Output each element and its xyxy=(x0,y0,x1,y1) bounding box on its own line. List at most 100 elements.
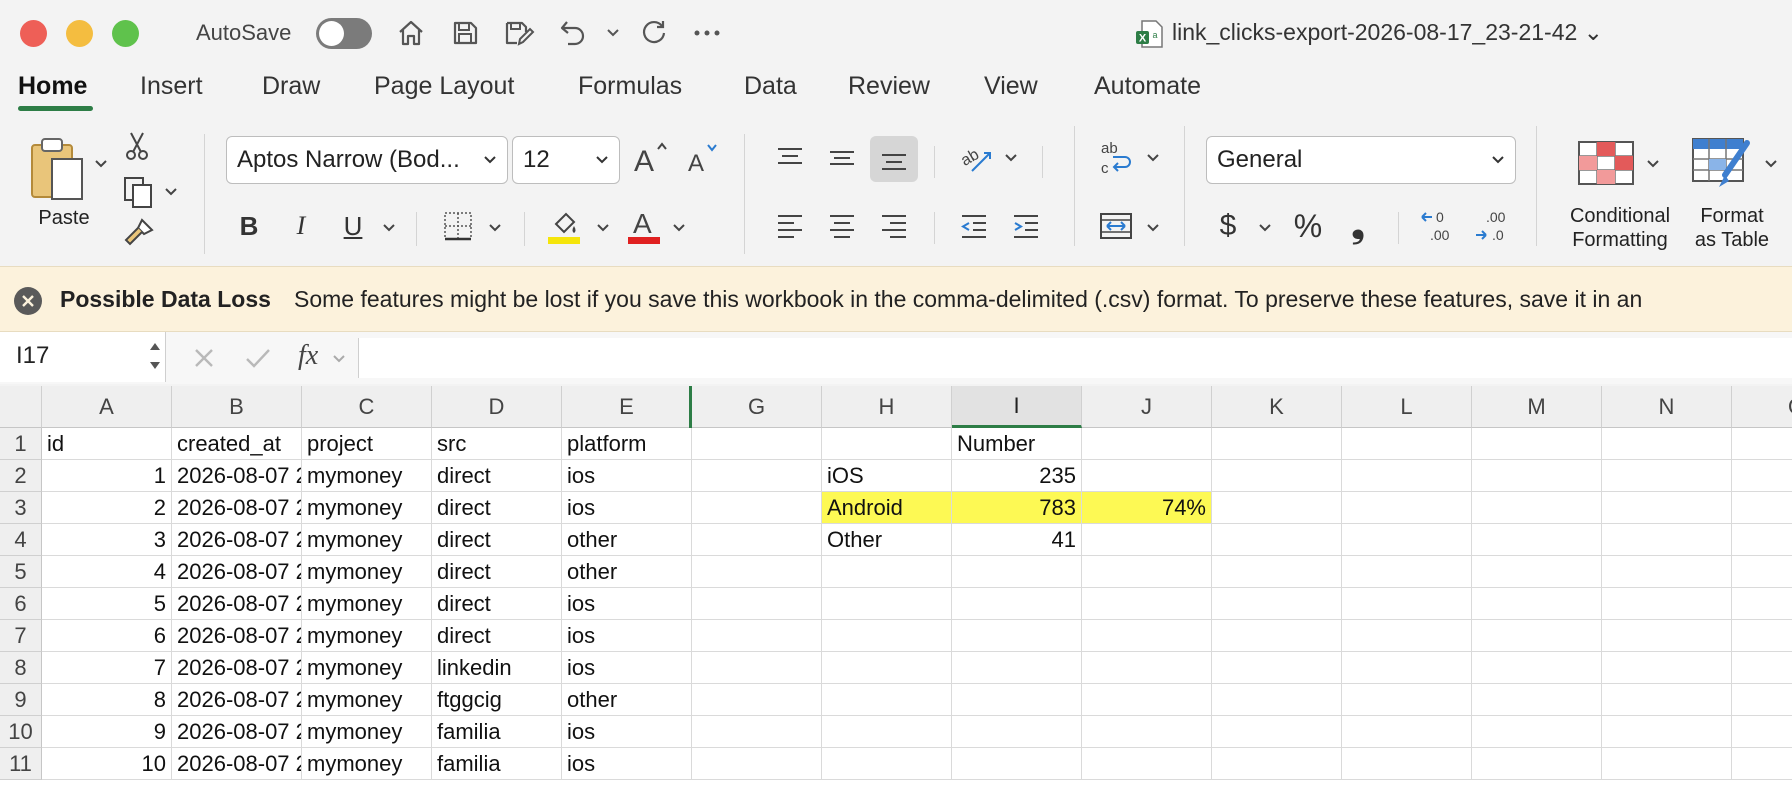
cell-d7[interactable]: direct xyxy=(432,620,562,652)
conditional-formatting-icon[interactable] xyxy=(1576,138,1636,188)
cell-c1[interactable]: project xyxy=(302,428,432,460)
cell-l11[interactable] xyxy=(1342,748,1472,780)
cell-b6[interactable]: 2026-08-07 2 xyxy=(172,588,302,620)
close-window-button[interactable] xyxy=(20,20,47,47)
formula-input[interactable] xyxy=(358,338,1792,378)
cell-j2[interactable] xyxy=(1082,460,1212,492)
decrease-decimal-icon[interactable]: .00.0 xyxy=(1472,204,1518,248)
cell-e4[interactable]: other xyxy=(562,524,692,556)
cell-m1[interactable] xyxy=(1472,428,1602,460)
cell-d10[interactable]: familia xyxy=(432,716,562,748)
column-header-j[interactable]: J xyxy=(1082,386,1212,428)
cell-b5[interactable]: 2026-08-07 2 xyxy=(172,556,302,588)
cell-b10[interactable]: 2026-08-07 2 xyxy=(172,716,302,748)
cell-j4[interactable] xyxy=(1082,524,1212,556)
font-size-dropdown[interactable]: 12 xyxy=(512,136,620,184)
fill-color-chevron-icon[interactable] xyxy=(592,218,614,238)
cell-d11[interactable]: familia xyxy=(432,748,562,780)
cell-k7[interactable] xyxy=(1212,620,1342,652)
cell-o1[interactable] xyxy=(1732,428,1792,460)
cell-a7[interactable]: 6 xyxy=(42,620,172,652)
decrease-font-size-icon[interactable]: A xyxy=(682,138,722,180)
decrease-indent-icon[interactable] xyxy=(956,208,992,244)
cell-m8[interactable] xyxy=(1472,652,1602,684)
paste-label[interactable]: Paste xyxy=(30,206,98,230)
paste-chevron-icon[interactable] xyxy=(90,154,112,174)
redo-icon[interactable] xyxy=(634,14,672,52)
fill-color-icon[interactable] xyxy=(544,204,584,248)
cell-h6[interactable] xyxy=(822,588,952,620)
cell-o4[interactable] xyxy=(1732,524,1792,556)
cell-h5[interactable] xyxy=(822,556,952,588)
wrap-text-icon[interactable]: ab c xyxy=(1096,136,1136,180)
tab-automate[interactable]: Automate xyxy=(1094,72,1201,101)
undo-icon[interactable] xyxy=(554,14,592,52)
cell-l3[interactable] xyxy=(1342,492,1472,524)
cell-b4[interactable]: 2026-08-07 2 xyxy=(172,524,302,556)
cell-i2[interactable]: 235 xyxy=(952,460,1082,492)
column-header-o[interactable]: O xyxy=(1732,386,1792,428)
tab-review[interactable]: Review xyxy=(848,72,930,101)
cell-b2[interactable]: 2026-08-07 2 xyxy=(172,460,302,492)
cell-i10[interactable] xyxy=(952,716,1082,748)
cell-d6[interactable]: direct xyxy=(432,588,562,620)
name-box[interactable]: I17 xyxy=(0,332,166,382)
cell-l9[interactable] xyxy=(1342,684,1472,716)
cell-j7[interactable] xyxy=(1082,620,1212,652)
cell-l1[interactable] xyxy=(1342,428,1472,460)
cell-d4[interactable]: direct xyxy=(432,524,562,556)
cell-o5[interactable] xyxy=(1732,556,1792,588)
row-header-10[interactable]: 10 xyxy=(0,716,42,748)
cell-j1[interactable] xyxy=(1082,428,1212,460)
cell-n1[interactable] xyxy=(1602,428,1732,460)
cell-l5[interactable] xyxy=(1342,556,1472,588)
cell-n9[interactable] xyxy=(1602,684,1732,716)
format-as-table-label[interactable]: Format as Table xyxy=(1684,204,1780,252)
cell-h9[interactable] xyxy=(822,684,952,716)
cell-b7[interactable]: 2026-08-07 2 xyxy=(172,620,302,652)
cell-a10[interactable]: 9 xyxy=(42,716,172,748)
column-header-k[interactable]: K xyxy=(1212,386,1342,428)
autosave-toggle[interactable] xyxy=(316,18,372,49)
wrap-text-chevron-icon[interactable] xyxy=(1142,148,1164,168)
align-middle-icon[interactable] xyxy=(824,140,860,176)
bold-button[interactable]: B xyxy=(232,204,266,248)
save-icon[interactable] xyxy=(446,14,484,52)
cell-o6[interactable] xyxy=(1732,588,1792,620)
cell-m10[interactable] xyxy=(1472,716,1602,748)
cell-c9[interactable]: mymoney xyxy=(302,684,432,716)
cell-i3[interactable]: 783 xyxy=(952,492,1082,524)
orientation-chevron-icon[interactable] xyxy=(1000,148,1022,168)
cell-g11[interactable] xyxy=(692,748,822,780)
cell-i6[interactable] xyxy=(952,588,1082,620)
cell-m9[interactable] xyxy=(1472,684,1602,716)
cell-n11[interactable] xyxy=(1602,748,1732,780)
cell-e7[interactable]: ios xyxy=(562,620,692,652)
number-format-dropdown[interactable]: General xyxy=(1206,136,1516,184)
column-header-n[interactable]: N xyxy=(1602,386,1732,428)
cell-c5[interactable]: mymoney xyxy=(302,556,432,588)
cell-g6[interactable] xyxy=(692,588,822,620)
format-as-table-icon[interactable] xyxy=(1690,136,1754,192)
cancel-formula-icon[interactable] xyxy=(192,346,216,370)
cell-o3[interactable] xyxy=(1732,492,1792,524)
row-header-4[interactable]: 4 xyxy=(0,524,42,556)
cell-n6[interactable] xyxy=(1602,588,1732,620)
cell-h10[interactable] xyxy=(822,716,952,748)
cell-a8[interactable]: 7 xyxy=(42,652,172,684)
cell-e3[interactable]: ios xyxy=(562,492,692,524)
cell-n2[interactable] xyxy=(1602,460,1732,492)
cell-e9[interactable]: other xyxy=(562,684,692,716)
align-top-icon[interactable] xyxy=(772,140,808,176)
cell-o2[interactable] xyxy=(1732,460,1792,492)
cell-l7[interactable] xyxy=(1342,620,1472,652)
cell-a11[interactable]: 10 xyxy=(42,748,172,780)
cell-m6[interactable] xyxy=(1472,588,1602,620)
merge-center-chevron-icon[interactable] xyxy=(1142,218,1164,238)
row-header-1[interactable]: 1 xyxy=(0,428,42,460)
cell-b9[interactable]: 2026-08-07 2 xyxy=(172,684,302,716)
cell-g7[interactable] xyxy=(692,620,822,652)
column-header-m[interactable]: M xyxy=(1472,386,1602,428)
cell-a4[interactable]: 3 xyxy=(42,524,172,556)
cell-n7[interactable] xyxy=(1602,620,1732,652)
